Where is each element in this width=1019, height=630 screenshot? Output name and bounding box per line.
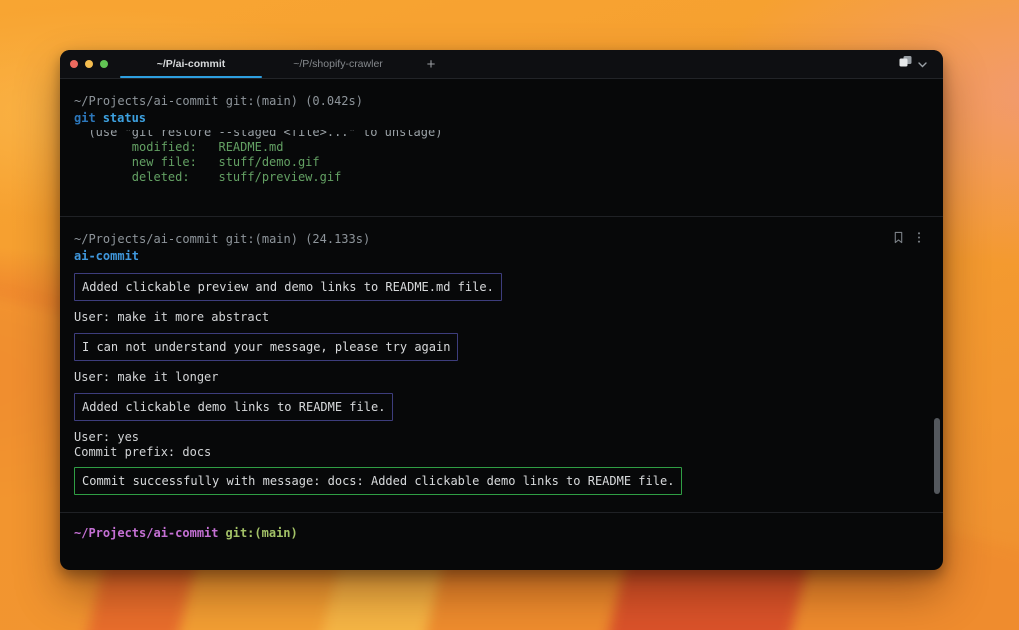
new-tab-button[interactable]: + [414, 50, 448, 78]
prompt-git-branch: git:(main) [226, 526, 298, 540]
command-line: git status [60, 111, 943, 126]
tab-shopify-crawler[interactable]: ~/P/shopify-crawler [262, 50, 414, 78]
git-hint-text: (use "git restore --staged <file>..." to… [74, 130, 442, 139]
titlebar-spacer [448, 50, 898, 78]
command-word-status: status [103, 111, 146, 125]
user-reply-line: User: yes [60, 430, 139, 444]
commit-prefix-line: Commit prefix: docs [60, 445, 211, 459]
ai-suggestion-box: Added clickable preview and demo links t… [74, 273, 502, 301]
status-file: README.md [218, 140, 283, 154]
titlebar-right-controls [898, 50, 943, 78]
prompt-line: ~/Projects/ai-commit git:(main) (24.133s… [74, 232, 370, 246]
ai-suggestion-text: Added clickable preview and demo links t… [82, 280, 494, 294]
command-word-git: git [74, 111, 96, 125]
kebab-menu-icon[interactable] [917, 231, 921, 247]
prompt-line: ~/Projects/ai-commit git:(main) (0.042s) [60, 94, 943, 108]
git-status-row: new file:stuff/demo.gif [60, 155, 943, 169]
titlebar[interactable]: ~/P/ai-commit ~/P/shopify-crawler + [60, 50, 943, 79]
close-button[interactable] [70, 60, 78, 68]
tab-label: ~/P/shopify-crawler [293, 58, 383, 70]
git-status-row: modified:README.md [60, 140, 943, 154]
block-header-actions [893, 231, 921, 247]
git-status-row: deleted:stuff/preview.gif [60, 170, 943, 184]
overlapping-windows-icon[interactable] [898, 55, 913, 73]
clipped-output-line: (use "git restore --staged <file>..." to… [60, 130, 943, 139]
active-tab-indicator [120, 76, 262, 78]
ai-suggestion-box: Added clickable demo links to README fil… [74, 393, 393, 421]
scrollbar-thumb[interactable] [934, 418, 940, 494]
user-reply-line: User: make it more abstract [60, 310, 269, 324]
command-block-ai-commit: ~/Projects/ai-commit git:(main) (24.133s… [60, 231, 943, 495]
status-label: deleted: [132, 170, 219, 184]
tab-ai-commit[interactable]: ~/P/ai-commit [120, 50, 262, 78]
status-file: stuff/demo.gif [218, 155, 319, 169]
terminal-content: ~/Projects/ai-commit git:(main) (0.042s)… [60, 79, 943, 570]
ai-suggestion-text: I can not understand your message, pleas… [82, 340, 450, 354]
block-divider [60, 512, 943, 513]
ai-commit-dialogue: Added clickable preview and demo links t… [60, 264, 943, 495]
bookmark-icon[interactable] [893, 231, 904, 247]
tab-label: ~/P/ai-commit [157, 58, 226, 70]
commit-success-box: Commit successfully with message: docs: … [74, 467, 682, 495]
traffic-lights [60, 50, 120, 78]
ai-suggestion-text: Added clickable demo links to README fil… [82, 400, 385, 414]
zoom-button[interactable] [100, 60, 108, 68]
terminal-window: ~/P/ai-commit ~/P/shopify-crawler + [60, 50, 943, 570]
chevron-down-icon[interactable] [918, 55, 927, 73]
commit-success-text: Commit successfully with message: docs: … [82, 474, 674, 488]
user-reply-line: User: make it longer [60, 370, 219, 384]
status-label: modified: [132, 140, 219, 154]
prompt-path: ~/Projects/ai-commit [74, 526, 219, 540]
command-block-git-status: ~/Projects/ai-commit git:(main) (0.042s)… [60, 79, 943, 184]
block-header: ~/Projects/ai-commit git:(main) (24.133s… [60, 231, 943, 247]
ai-suggestion-box: I can not understand your message, pleas… [74, 333, 458, 361]
minimize-button[interactable] [85, 60, 93, 68]
command-line: ai-commit [60, 249, 943, 264]
status-file: stuff/preview.gif [218, 170, 341, 184]
current-prompt[interactable]: ~/Projects/ai-commit git:(main) [60, 526, 943, 541]
block-divider [60, 216, 943, 217]
status-label: new file: [132, 155, 219, 169]
